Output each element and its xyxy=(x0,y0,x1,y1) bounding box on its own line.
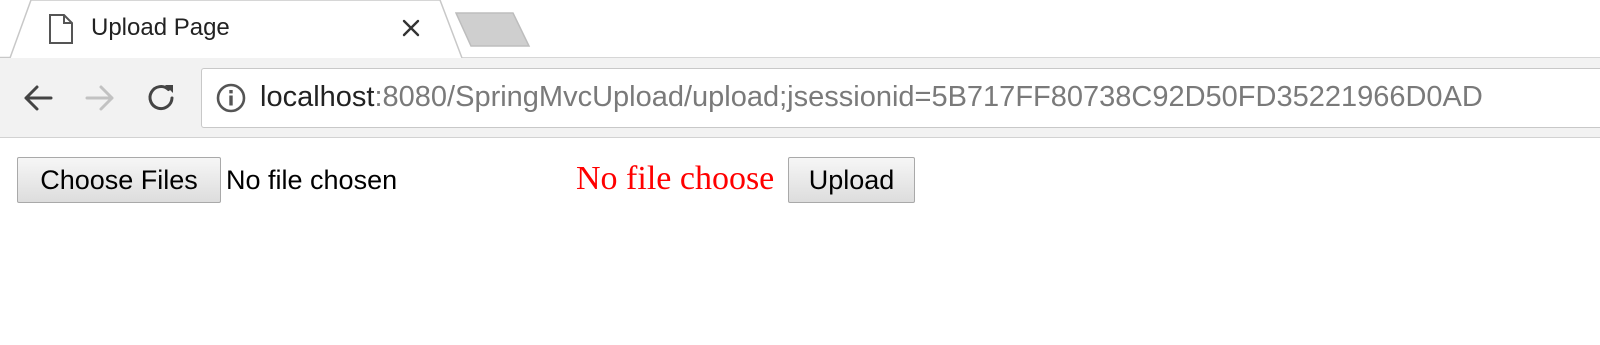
upload-button[interactable]: Upload xyxy=(788,157,915,203)
choose-files-button[interactable]: Choose Files xyxy=(17,157,221,203)
url-host: localhost xyxy=(260,81,375,113)
tab-upload-page[interactable]: Upload Page xyxy=(30,0,450,58)
back-arrow-icon[interactable] xyxy=(20,80,56,116)
forward-arrow-icon[interactable] xyxy=(82,80,118,116)
new-tab-button[interactable] xyxy=(455,12,531,47)
info-icon[interactable] xyxy=(215,82,247,114)
url-text[interactable]: localhost:8080/SpringMvcUpload/upload;js… xyxy=(260,80,1483,114)
close-icon[interactable] xyxy=(398,15,424,41)
page-content: Choose Files No file chosen No file choo… xyxy=(0,139,1600,345)
address-bar[interactable]: localhost:8080/SpringMvcUpload/upload;js… xyxy=(201,68,1600,128)
reload-icon[interactable] xyxy=(143,80,179,116)
page-icon xyxy=(49,14,73,44)
url-path: :8080/SpringMvcUpload/upload;jsessionid=… xyxy=(374,81,1483,113)
browser-toolbar: localhost:8080/SpringMvcUpload/upload;js… xyxy=(0,58,1600,138)
file-status-text: No file chosen xyxy=(226,165,398,195)
tab-title: Upload Page xyxy=(91,14,230,41)
tab-strip: Upload Page xyxy=(0,0,1600,58)
error-message: No file choose xyxy=(576,160,775,197)
